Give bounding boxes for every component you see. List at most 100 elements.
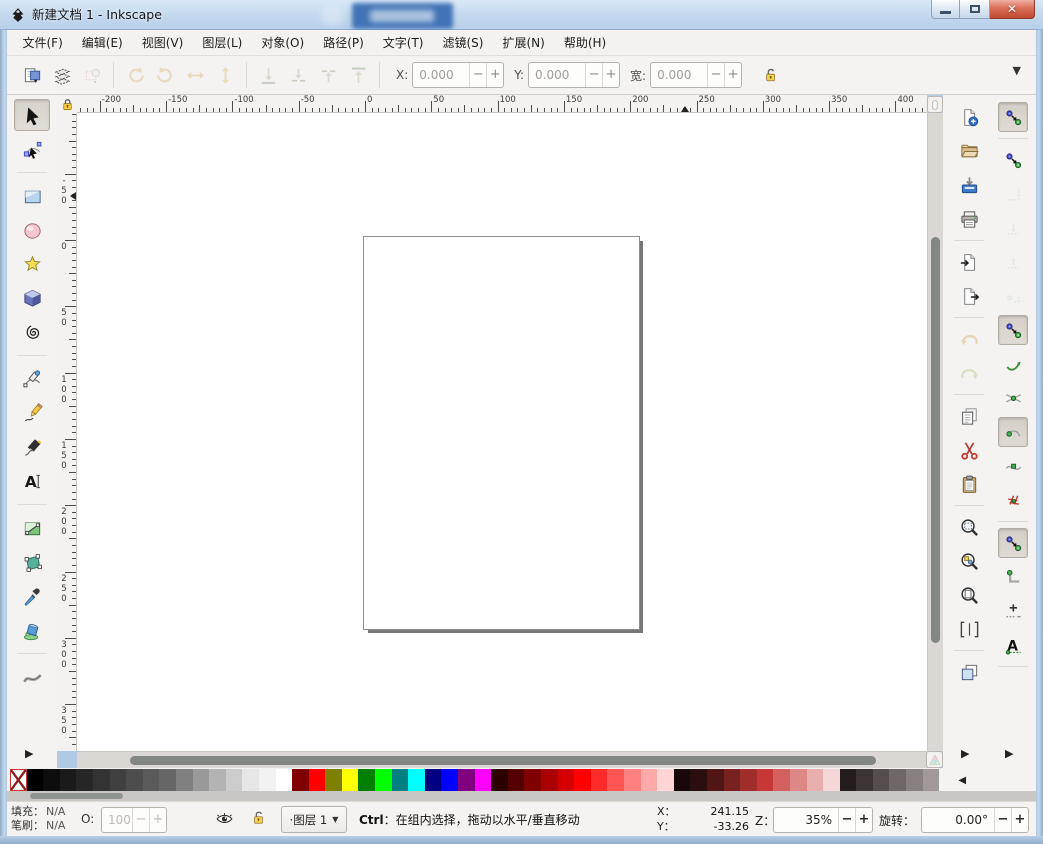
snap-rotation-centers-button[interactable] xyxy=(998,596,1028,626)
ruler-corner[interactable] xyxy=(57,95,77,113)
palette-swatch-008000[interactable] xyxy=(358,769,375,791)
zoom-to-page-width-button[interactable] xyxy=(954,614,984,644)
menu-item-text[interactable]: 文字(T) xyxy=(373,30,433,55)
snap-text-baselines-button[interactable]: A xyxy=(998,630,1028,660)
palette-scrollbar-thumb[interactable] xyxy=(30,793,123,799)
menu-item-extensions[interactable]: 扩展(N) xyxy=(493,30,554,55)
palette-swatch-999999[interactable] xyxy=(193,769,210,791)
fill-stroke-indicator[interactable]: 填充：N/A 笔刷：N/A xyxy=(11,805,65,833)
palette-swatch-a19898[interactable] xyxy=(923,769,940,791)
palette-swatch-aa0000[interactable] xyxy=(541,769,558,791)
menu-item-path[interactable]: 路径(P) xyxy=(314,30,374,55)
palette-swatch-800080[interactable] xyxy=(458,769,475,791)
palette-swatch-cccccc[interactable] xyxy=(226,769,243,791)
x-field-decrease-button[interactable]: − xyxy=(469,63,486,87)
palette-swatch-ff0000[interactable] xyxy=(574,769,591,791)
print-document-button[interactable] xyxy=(954,204,984,234)
palette-scroll-left-button[interactable]: ◀ xyxy=(953,769,971,791)
page[interactable] xyxy=(363,236,640,630)
toolbox-overflow-button[interactable]: ▶ xyxy=(25,747,33,760)
palette-swatch-241c1c[interactable] xyxy=(840,769,857,791)
layer-selector[interactable]: ·图层 1▼ xyxy=(281,806,347,833)
palette-swatch-00ffff[interactable] xyxy=(408,769,425,791)
palette-scrollbar[interactable] xyxy=(7,791,1036,801)
opacity-value[interactable]: 100 xyxy=(102,808,132,832)
width-field-spinbox[interactable]: 0.000−+ xyxy=(650,62,742,88)
select-all-button[interactable] xyxy=(17,60,47,90)
rotation-value[interactable]: 0.00° xyxy=(922,808,994,832)
copy-button[interactable] xyxy=(954,401,984,431)
palette-swatch-2b0f0f[interactable] xyxy=(690,769,707,791)
zoom-to-page-button[interactable] xyxy=(954,580,984,610)
gradient-button[interactable] xyxy=(14,512,50,544)
palette-swatch-de8787[interactable] xyxy=(790,769,807,791)
palette-swatch-c83737[interactable] xyxy=(757,769,774,791)
palette-swatch-404040[interactable] xyxy=(110,769,127,791)
palette-swatch-f4d7d7[interactable] xyxy=(823,769,840,791)
layer-lock-button[interactable] xyxy=(250,809,267,826)
vertical-ruler[interactable]: -50050100150200250300350 xyxy=(57,113,77,751)
palette-swatch-008080[interactable] xyxy=(392,769,409,791)
y-field-decrease-button[interactable]: − xyxy=(585,63,602,87)
palette-swatch-808080[interactable] xyxy=(176,769,193,791)
palette-swatch-a02c2c[interactable] xyxy=(740,769,757,791)
y-field-increase-button[interactable]: + xyxy=(602,63,619,87)
palette-swatch-ffd5d5[interactable] xyxy=(657,769,674,791)
palette-swatch-0d0d0d[interactable] xyxy=(43,769,60,791)
calligraphy-button[interactable] xyxy=(14,431,50,463)
palette-swatch-5a5a5a[interactable] xyxy=(143,769,160,791)
palette-swatch-000080[interactable] xyxy=(425,769,442,791)
toolbar-overflow-button[interactable]: ▼ xyxy=(1013,64,1021,77)
vertical-scrollbar[interactable] xyxy=(927,113,943,751)
palette-swatch-000000[interactable] xyxy=(27,769,44,791)
spiral-button[interactable] xyxy=(14,316,50,348)
snap-master-button[interactable] xyxy=(998,102,1028,132)
width-field-increase-button[interactable]: + xyxy=(724,63,741,87)
ellipse-button[interactable] xyxy=(14,214,50,246)
snap-line-midpoints-button[interactable] xyxy=(998,485,1028,515)
rectangle-button[interactable] xyxy=(14,180,50,212)
palette-swatch-666666[interactable] xyxy=(159,769,176,791)
close-button[interactable]: ✕ xyxy=(990,0,1035,19)
zoom-value[interactable]: 35% xyxy=(774,808,838,832)
palette-swatch-ffff00[interactable] xyxy=(342,769,359,791)
import-image-button[interactable] xyxy=(954,247,984,277)
paint-bucket-button[interactable] xyxy=(14,614,50,646)
minimize-button[interactable] xyxy=(931,0,960,19)
snap-object-centers-button[interactable] xyxy=(998,562,1028,592)
box-3d-button[interactable] xyxy=(14,282,50,314)
paste-button[interactable] xyxy=(954,469,984,499)
open-document-button[interactable] xyxy=(954,136,984,166)
select-all-layers-button[interactable] xyxy=(47,60,77,90)
y-field-value[interactable]: 0.000 xyxy=(529,63,585,87)
opacity-spinbox[interactable]: 100−+ xyxy=(101,807,167,833)
maximize-button[interactable] xyxy=(960,0,990,19)
menu-item-view[interactable]: 视图(V) xyxy=(132,30,193,55)
rotation-spinbox[interactable]: 0.00°−+ xyxy=(921,807,1029,833)
rotation-increase-button[interactable]: + xyxy=(1011,808,1028,832)
title-bar[interactable]: 新建文档 1 - Inkscape ✕ xyxy=(0,0,1043,30)
pencil-button[interactable] xyxy=(14,397,50,429)
layers-dialog-button[interactable] xyxy=(954,657,984,687)
lock-aspect-button[interactable] xyxy=(756,61,784,89)
palette-swatch-3d3535[interactable] xyxy=(856,769,873,791)
export-image-button[interactable] xyxy=(954,281,984,311)
width-field-value[interactable]: 0.000 xyxy=(651,63,707,87)
palette-swatch-ff8080[interactable] xyxy=(624,769,641,791)
palette-swatch-00ff00[interactable] xyxy=(375,769,392,791)
menu-item-layer[interactable]: 图层(L) xyxy=(193,30,252,55)
pen-button[interactable] xyxy=(14,363,50,395)
menu-item-object[interactable]: 对象(O) xyxy=(252,30,314,55)
snap-nodes-button[interactable] xyxy=(998,315,1028,345)
tweak-button[interactable] xyxy=(14,661,50,693)
palette-swatch-333333[interactable] xyxy=(93,769,110,791)
palette-swatch-6f6666[interactable] xyxy=(889,769,906,791)
palette-swatch-d35f5f[interactable] xyxy=(773,769,790,791)
palette-swatch-b3b3b3[interactable] xyxy=(209,769,226,791)
palette-swatch-2b0000[interactable] xyxy=(491,769,508,791)
palette-swatch-ff0000[interactable] xyxy=(309,769,326,791)
x-field-spinbox[interactable]: 0.000−+ xyxy=(412,62,504,88)
palette-swatch-e6e6e6[interactable] xyxy=(242,769,259,791)
palette-swatch-808000[interactable] xyxy=(325,769,342,791)
zoom-spinbox[interactable]: 35%−+ xyxy=(773,807,873,833)
